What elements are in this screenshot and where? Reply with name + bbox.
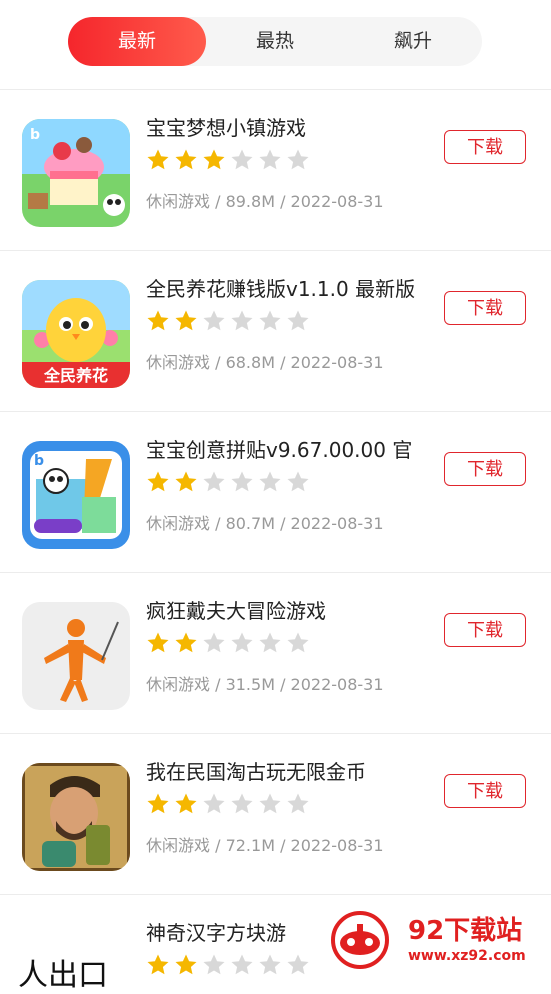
divider — [0, 411, 551, 412]
item-name[interactable]: 宝宝梦想小镇游戏 — [146, 112, 306, 141]
star-empty-icon — [287, 632, 309, 653]
svg-text:b: b — [30, 127, 40, 143]
collage-panda-icon: b — [22, 441, 130, 549]
divider — [0, 733, 551, 734]
star-filled-icon — [175, 149, 197, 170]
item-meta: 休闲游戏 / 31.5M / 2022-08-31 — [146, 675, 384, 694]
list-item[interactable]: b 宝宝梦想小镇游戏 休闲游戏 / 89.8M / 2022-08-31 下载 — [0, 96, 551, 256]
item-meta: 休闲游戏 / 68.8M / 2022-08-31 — [146, 353, 384, 372]
dream-town-icon: b — [22, 119, 130, 227]
star-empty-icon — [203, 632, 225, 653]
divider — [0, 250, 551, 251]
star-empty-icon — [287, 954, 309, 975]
star-empty-icon — [287, 149, 309, 170]
download-button[interactable]: 下载 — [444, 774, 526, 808]
item-meta: 休闲游戏 / 80.7M / 2022-08-31 — [146, 514, 384, 533]
star-empty-icon — [203, 310, 225, 331]
star-filled-icon — [175, 471, 197, 492]
watermark-title: 92下载站 — [408, 916, 523, 946]
divider — [0, 89, 551, 90]
star-empty-icon — [231, 793, 253, 814]
star-empty-icon — [231, 471, 253, 492]
star-filled-icon — [175, 310, 197, 331]
star-empty-icon — [203, 954, 225, 975]
rating-stars — [146, 631, 310, 655]
star-empty-icon — [231, 954, 253, 975]
star-filled-icon — [147, 793, 169, 814]
star-filled-icon — [175, 954, 197, 975]
tab-hottest[interactable]: 最热 — [206, 17, 344, 66]
watermark-url: www.xz92.com — [408, 948, 526, 964]
star-empty-icon — [259, 632, 281, 653]
divider — [0, 894, 551, 895]
star-empty-icon — [231, 310, 253, 331]
star-filled-icon — [147, 149, 169, 170]
download-button[interactable]: 下载 — [444, 452, 526, 486]
rating-stars — [146, 309, 310, 333]
tab-latest[interactable]: 最新 — [68, 17, 206, 66]
item-name[interactable]: 宝宝创意拼贴v9.67.00.00 官 — [146, 434, 412, 463]
item-name[interactable]: 我在民国淘古玩无限金币 — [146, 756, 366, 785]
site-watermark: 92下载站 www.xz92.com — [318, 896, 551, 981]
download-button[interactable]: 下载 — [444, 130, 526, 164]
star-empty-icon — [259, 310, 281, 331]
hanzi-block-icon: 人出口 — [18, 958, 108, 993]
star-empty-icon — [259, 793, 281, 814]
rating-stars — [146, 953, 310, 977]
star-empty-icon — [287, 471, 309, 492]
download-button[interactable]: 下载 — [444, 291, 526, 325]
list-item[interactable]: b 宝宝创意拼贴v9.67.00.00 官 休闲游戏 / 80.7M / 202… — [0, 418, 551, 578]
download-button[interactable]: 下载 — [444, 613, 526, 647]
rating-stars — [146, 792, 310, 816]
divider — [0, 572, 551, 573]
list-item[interactable]: 我在民国淘古玩无限金币 休闲游戏 / 72.1M / 2022-08-31 下载 — [0, 740, 551, 900]
stickman-icon — [22, 602, 130, 710]
sort-tabs: 最新 最热 飙升 — [68, 17, 482, 66]
rating-stars — [146, 470, 310, 494]
star-filled-icon — [175, 793, 197, 814]
star-empty-icon — [259, 149, 281, 170]
item-name[interactable]: 全民养花赚钱版v1.1.0 最新版 — [146, 273, 415, 302]
rating-stars — [146, 148, 310, 172]
star-filled-icon — [203, 149, 225, 170]
item-meta: 休闲游戏 / 72.1M / 2022-08-31 — [146, 836, 384, 855]
star-empty-icon — [287, 310, 309, 331]
svg-text:b: b — [34, 453, 44, 469]
star-filled-icon — [147, 954, 169, 975]
star-empty-icon — [231, 632, 253, 653]
item-meta: 休闲游戏 / 89.8M / 2022-08-31 — [146, 192, 384, 211]
tab-rising[interactable]: 飙升 — [344, 17, 482, 66]
item-name[interactable]: 疯狂戴夫大冒险游戏 — [146, 595, 326, 624]
gamepad-logo-icon — [330, 910, 390, 970]
list-item[interactable]: 全民养花 全民养花赚钱版v1.1.0 最新版 休闲游戏 / 68.8M / 20… — [0, 257, 551, 417]
item-name[interactable]: 神奇汉字方块游 — [146, 917, 286, 946]
flower-chick-icon: 全民养花 — [22, 280, 130, 388]
icon-caption: 全民养花 — [43, 366, 108, 385]
star-filled-icon — [175, 632, 197, 653]
star-empty-icon — [259, 954, 281, 975]
star-empty-icon — [259, 471, 281, 492]
star-empty-icon — [231, 149, 253, 170]
star-empty-icon — [287, 793, 309, 814]
star-empty-icon — [203, 471, 225, 492]
star-filled-icon — [147, 310, 169, 331]
star-empty-icon — [203, 793, 225, 814]
star-filled-icon — [147, 632, 169, 653]
star-filled-icon — [147, 471, 169, 492]
antique-man-icon — [22, 763, 130, 871]
list-item[interactable]: 疯狂戴夫大冒险游戏 休闲游戏 / 31.5M / 2022-08-31 下载 — [0, 579, 551, 739]
